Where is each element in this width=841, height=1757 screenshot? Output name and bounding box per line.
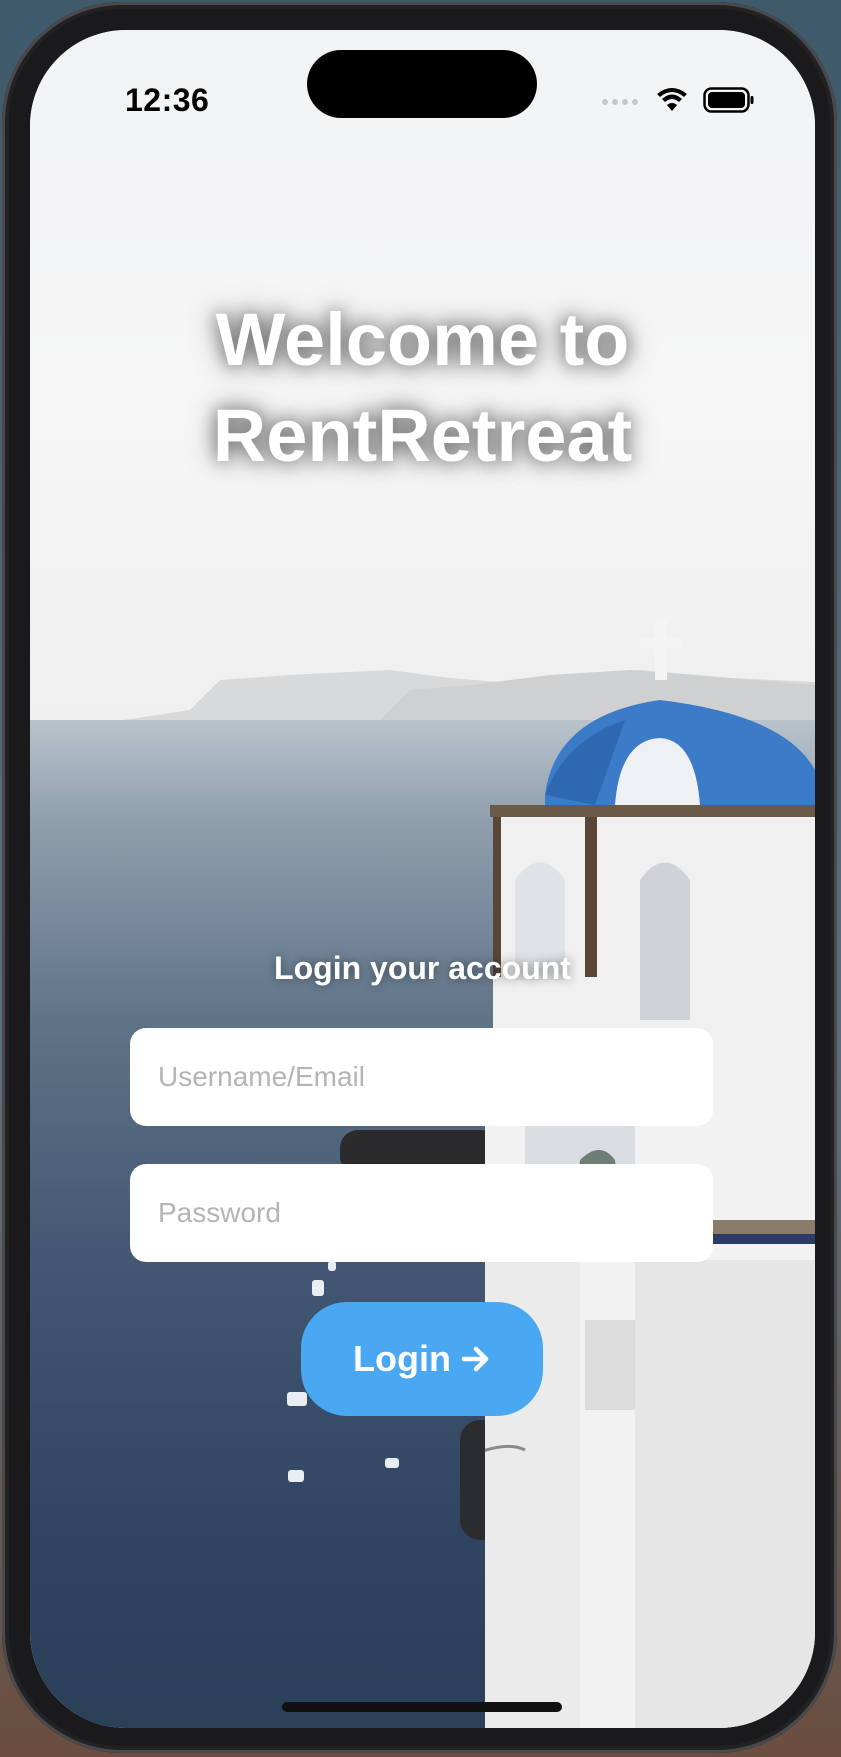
login-subtitle: Login your account bbox=[274, 950, 571, 986]
dynamic-island bbox=[307, 50, 537, 118]
status-icons bbox=[601, 82, 755, 118]
login-button[interactable]: Login bbox=[301, 1302, 543, 1416]
username-email-input[interactable] bbox=[130, 1028, 713, 1126]
background-boat bbox=[312, 1280, 324, 1296]
status-time: 12:36 bbox=[125, 82, 210, 118]
phone-frame: 12:36 Welcome to RentRetreat Login your … bbox=[2, 2, 837, 1753]
app-screen: 12:36 Welcome to RentRetreat Login your … bbox=[30, 30, 815, 1728]
wifi-icon bbox=[657, 88, 687, 111]
arrow-right-icon bbox=[461, 1346, 489, 1372]
background-boat bbox=[385, 1458, 399, 1468]
cellular-signal-icon bbox=[602, 99, 638, 105]
title-line-1: Welcome to bbox=[215, 298, 630, 381]
background-boat bbox=[287, 1392, 307, 1406]
battery-icon bbox=[703, 87, 754, 113]
password-input[interactable] bbox=[130, 1164, 713, 1262]
home-indicator[interactable] bbox=[282, 1702, 562, 1712]
background-boat bbox=[288, 1470, 304, 1482]
background-boat bbox=[328, 1261, 336, 1271]
welcome-title: Welcome to RentRetreat bbox=[30, 292, 815, 484]
login-button-label: Login bbox=[353, 1338, 451, 1379]
title-line-2: RentRetreat bbox=[212, 394, 633, 477]
